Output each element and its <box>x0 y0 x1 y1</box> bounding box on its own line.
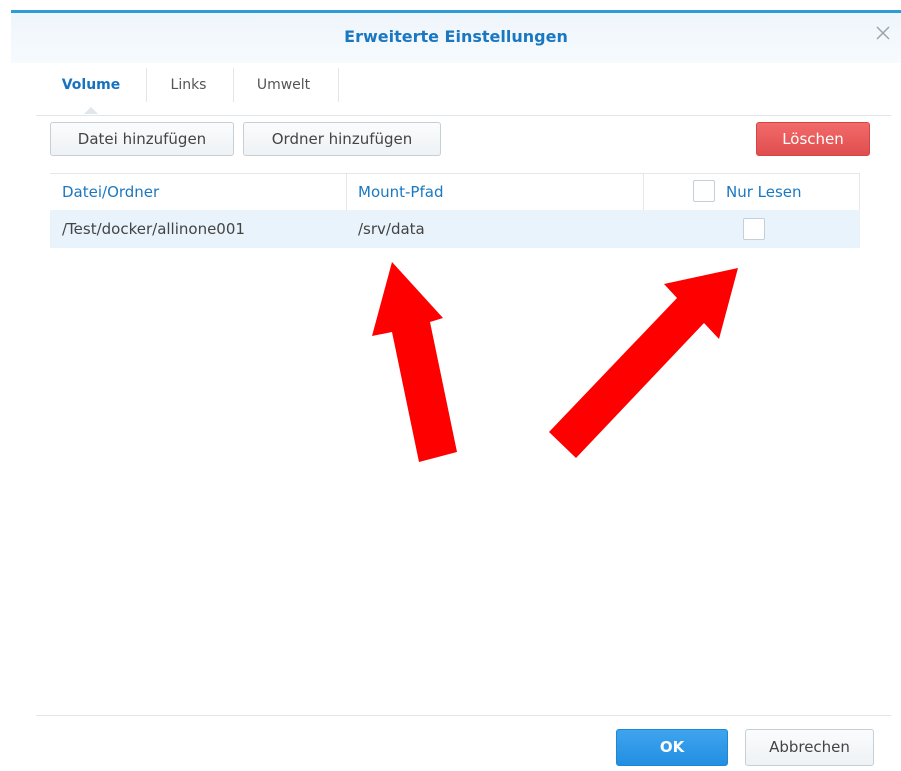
annotation-arrow-left <box>372 262 457 462</box>
annotation-arrow-right <box>549 268 738 458</box>
annotation-arrows <box>372 262 738 462</box>
